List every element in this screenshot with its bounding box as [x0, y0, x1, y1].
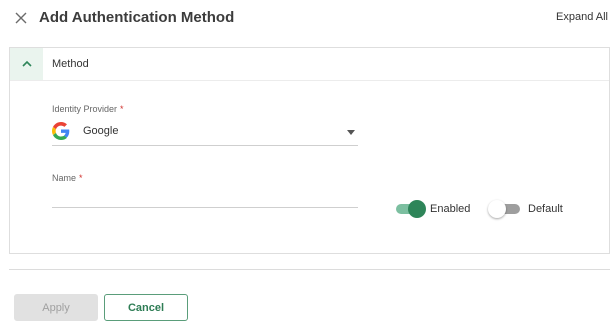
toggle-knob [408, 200, 426, 218]
dialog-header: Add Authentication Method Expand All [0, 0, 612, 36]
identity-provider-label: Identity Provider * [52, 104, 124, 114]
identity-provider-label-text: Identity Provider [52, 104, 118, 114]
identity-provider-value: Google [83, 125, 119, 137]
dropdown-caret-icon [347, 130, 355, 135]
footer-divider [9, 269, 610, 270]
required-marker: * [120, 104, 124, 114]
name-label: Name * [52, 173, 83, 183]
google-icon [52, 122, 70, 140]
chevron-up-icon [21, 60, 32, 67]
cancel-button[interactable]: Cancel [104, 294, 188, 321]
expand-all-button[interactable]: Expand All [556, 11, 608, 23]
required-marker: * [79, 173, 83, 183]
enabled-toggle[interactable] [396, 200, 426, 218]
default-label: Default [528, 203, 563, 215]
section-title: Method [52, 58, 89, 70]
name-label-text: Name [52, 173, 77, 183]
toggle-knob [488, 200, 506, 218]
dialog-title: Add Authentication Method [39, 9, 235, 26]
name-input[interactable] [52, 185, 358, 208]
close-icon[interactable] [13, 10, 29, 26]
apply-button[interactable]: Apply [14, 294, 98, 321]
default-toggle[interactable] [488, 200, 520, 218]
identity-provider-select[interactable]: Google [52, 120, 358, 146]
collapse-toggle[interactable] [10, 48, 43, 80]
method-section-panel: Method Identity Provider * Google Name * E… [9, 47, 610, 254]
enabled-label: Enabled [430, 203, 471, 215]
method-section-header[interactable]: Method [10, 48, 609, 81]
